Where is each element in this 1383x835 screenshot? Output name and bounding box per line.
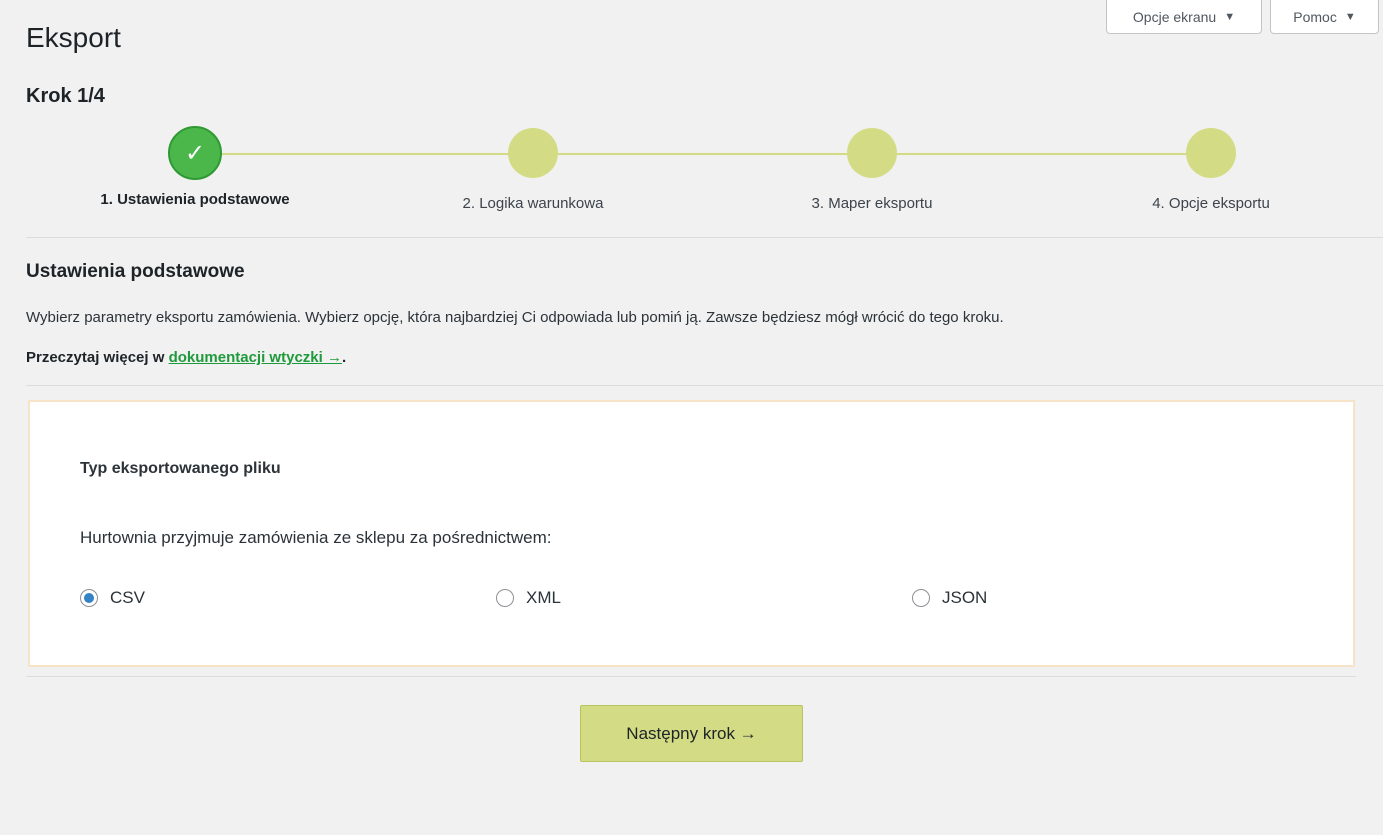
radio-label-csv: CSV: [110, 588, 145, 607]
step-label: 1. Ustawienia podstawowe: [100, 191, 290, 208]
step-counter: Krok 1/4: [26, 85, 105, 107]
read-more-suffix: .: [341, 349, 347, 366]
next-step-button[interactable]: Następny krok →: [580, 705, 803, 762]
step-label: 3. Maper eksportu: [811, 195, 933, 212]
file-type-title: Typ eksportowanego pliku: [80, 460, 281, 477]
step-export-options: 4. Opcje eksportu: [1081, 128, 1341, 212]
radio-button-json[interactable]: [912, 589, 930, 607]
step-label: 4. Opcje eksportu: [1152, 195, 1270, 212]
radio-label-json: JSON: [942, 588, 988, 607]
step-label: 2. Logika warunkowa: [462, 195, 604, 212]
screen-meta-links: Opcje ekranu ▼ Pomoc ▼: [1106, 0, 1379, 34]
step-basic-settings: ✓ 1. Ustawienia podstawowe: [65, 126, 325, 208]
read-more-prefix: Przeczytaj więcej w: [26, 349, 169, 366]
help-label: Pomoc: [1293, 8, 1337, 25]
step-pending-dot: [1186, 128, 1236, 178]
radio-option-json[interactable]: JSON: [912, 588, 987, 608]
read-more-text: Przeczytaj więcej w dokumentacji wtyczki…: [26, 349, 346, 366]
step-conditional-logic: 2. Logika warunkowa: [403, 128, 663, 212]
caret-down-icon: ▼: [1224, 10, 1236, 23]
progress-stepper: ✓ 1. Ustawienia podstawowe 2. Logika war…: [0, 126, 1383, 218]
help-button[interactable]: Pomoc ▼: [1270, 0, 1379, 34]
radio-button-csv[interactable]: [80, 589, 98, 607]
step-export-mapper: 3. Maper eksportu: [742, 128, 1002, 212]
caret-down-icon: ▼: [1344, 10, 1356, 23]
divider: [26, 237, 1383, 238]
step-complete-dot: ✓: [168, 126, 222, 180]
radio-option-xml[interactable]: XML: [496, 588, 561, 608]
section-description: Wybierz parametry eksportu zamówienia. W…: [26, 309, 1004, 326]
radio-option-csv[interactable]: CSV: [80, 588, 145, 608]
screen-options-button[interactable]: Opcje ekranu ▼: [1106, 0, 1262, 34]
radio-button-xml[interactable]: [496, 589, 514, 607]
stepper-track: [195, 153, 1211, 155]
screen-options-label: Opcje ekranu: [1132, 8, 1217, 25]
documentation-link[interactable]: dokumentacji wtyczki →: [169, 349, 342, 366]
radio-label-xml: XML: [526, 588, 561, 607]
check-icon: ✓: [184, 139, 206, 167]
step-pending-dot: [847, 128, 897, 178]
section-title: Ustawienia podstawowe: [26, 261, 245, 282]
page-title: Eksport: [26, 22, 121, 53]
step-pending-dot: [508, 128, 558, 178]
divider: [26, 676, 1356, 677]
file-type-card: Typ eksportowanego pliku Hurtownia przyj…: [28, 400, 1355, 667]
file-type-question: Hurtownia przyjmuje zamówienia ze sklepu…: [80, 528, 552, 547]
divider: [26, 385, 1383, 386]
